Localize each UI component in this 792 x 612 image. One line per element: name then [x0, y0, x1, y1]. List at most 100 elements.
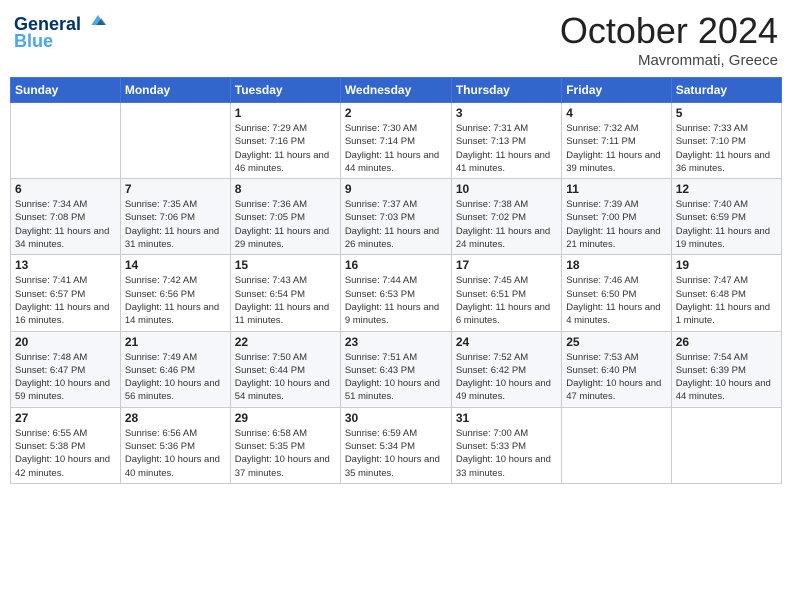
day-number: 20: [15, 335, 116, 349]
day-number: 5: [676, 106, 777, 120]
day-info: Sunrise: 7:39 AM Sunset: 7:00 PM Dayligh…: [566, 198, 666, 251]
calendar-week-row: 20 Sunrise: 7:48 AM Sunset: 6:47 PM Dayli…: [11, 331, 782, 407]
calendar-cell: 6 Sunrise: 7:34 AM Sunset: 7:08 PM Daylig…: [11, 179, 121, 255]
day-number: 9: [345, 182, 447, 196]
weekday-header: Friday: [562, 78, 671, 103]
day-info: Sunrise: 7:52 AM Sunset: 6:42 PM Dayligh…: [456, 351, 557, 404]
calendar-cell: 12 Sunrise: 7:40 AM Sunset: 6:59 PM Dayli…: [671, 179, 781, 255]
day-info: Sunrise: 7:29 AM Sunset: 7:16 PM Dayligh…: [235, 122, 336, 175]
calendar-cell: 9 Sunrise: 7:37 AM Sunset: 7:03 PM Daylig…: [340, 179, 451, 255]
day-info: Sunrise: 7:00 AM Sunset: 5:33 PM Dayligh…: [456, 427, 557, 480]
day-number: 1: [235, 106, 336, 120]
calendar-cell: 30 Sunrise: 6:59 AM Sunset: 5:34 PM Dayli…: [340, 407, 451, 483]
day-number: 6: [15, 182, 116, 196]
calendar-week-row: 1 Sunrise: 7:29 AM Sunset: 7:16 PM Daylig…: [11, 103, 782, 179]
calendar-cell: 16 Sunrise: 7:44 AM Sunset: 6:53 PM Dayli…: [340, 255, 451, 331]
calendar-cell: [120, 103, 230, 179]
calendar-cell: 28Sunrise: 6:56 AM Sunset: 5:36 PM Dayli…: [120, 407, 230, 483]
month-title: October 2024: [560, 10, 778, 52]
day-number: 17: [456, 258, 557, 272]
day-number: 28: [125, 411, 226, 425]
calendar-cell: 10 Sunrise: 7:38 AM Sunset: 7:02 PM Dayli…: [451, 179, 561, 255]
day-number: 26: [676, 335, 777, 349]
calendar-week-row: 27Sunrise: 6:55 AM Sunset: 5:38 PM Dayli…: [11, 407, 782, 483]
day-info: Sunrise: 6:55 AM Sunset: 5:38 PM Dayligh…: [15, 427, 116, 480]
day-number: 11: [566, 182, 666, 196]
day-number: 10: [456, 182, 557, 196]
calendar-cell: 13Sunrise: 7:41 AM Sunset: 6:57 PM Dayli…: [11, 255, 121, 331]
calendar-cell: 26 Sunrise: 7:54 AM Sunset: 6:39 PM Dayli…: [671, 331, 781, 407]
day-number: 16: [345, 258, 447, 272]
calendar-cell: 27Sunrise: 6:55 AM Sunset: 5:38 PM Dayli…: [11, 407, 121, 483]
day-info: Sunrise: 7:36 AM Sunset: 7:05 PM Dayligh…: [235, 198, 336, 251]
day-number: 19: [676, 258, 777, 272]
day-info: Sunrise: 7:53 AM Sunset: 6:40 PM Dayligh…: [566, 351, 666, 404]
day-number: 4: [566, 106, 666, 120]
calendar-cell: 15 Sunrise: 7:43 AM Sunset: 6:54 PM Dayli…: [230, 255, 340, 331]
day-info: Sunrise: 7:46 AM Sunset: 6:50 PM Dayligh…: [566, 274, 666, 327]
day-number: 23: [345, 335, 447, 349]
day-info: Sunrise: 7:44 AM Sunset: 6:53 PM Dayligh…: [345, 274, 447, 327]
calendar-cell: 7Sunrise: 7:35 AM Sunset: 7:06 PM Daylig…: [120, 179, 230, 255]
day-info: Sunrise: 7:47 AM Sunset: 6:48 PM Dayligh…: [676, 274, 777, 327]
day-info: Sunrise: 7:40 AM Sunset: 6:59 PM Dayligh…: [676, 198, 777, 251]
day-number: 12: [676, 182, 777, 196]
calendar-cell: 20 Sunrise: 7:48 AM Sunset: 6:47 PM Dayli…: [11, 331, 121, 407]
calendar-cell: [562, 407, 671, 483]
calendar-cell: 29Sunrise: 6:58 AM Sunset: 5:35 PM Dayli…: [230, 407, 340, 483]
weekday-header: Wednesday: [340, 78, 451, 103]
day-number: 3: [456, 106, 557, 120]
day-info: Sunrise: 7:37 AM Sunset: 7:03 PM Dayligh…: [345, 198, 447, 251]
day-info: Sunrise: 7:48 AM Sunset: 6:47 PM Dayligh…: [15, 351, 116, 404]
weekday-header: Tuesday: [230, 78, 340, 103]
weekday-header: Thursday: [451, 78, 561, 103]
day-info: Sunrise: 7:33 AM Sunset: 7:10 PM Dayligh…: [676, 122, 777, 175]
calendar-cell: 24 Sunrise: 7:52 AM Sunset: 6:42 PM Dayli…: [451, 331, 561, 407]
day-number: 18: [566, 258, 666, 272]
logo-icon: [88, 10, 108, 30]
calendar-cell: 14 Sunrise: 7:42 AM Sunset: 6:56 PM Dayli…: [120, 255, 230, 331]
day-number: 22: [235, 335, 336, 349]
day-info: Sunrise: 6:59 AM Sunset: 5:34 PM Dayligh…: [345, 427, 447, 480]
weekday-header: Sunday: [11, 78, 121, 103]
day-info: Sunrise: 7:31 AM Sunset: 7:13 PM Dayligh…: [456, 122, 557, 175]
day-number: 15: [235, 258, 336, 272]
location: Mavrommati, Greece: [560, 52, 778, 69]
day-number: 21: [125, 335, 226, 349]
calendar-cell: 31 Sunrise: 7:00 AM Sunset: 5:33 PM Dayli…: [451, 407, 561, 483]
day-info: Sunrise: 6:58 AM Sunset: 5:35 PM Dayligh…: [235, 427, 336, 480]
day-info: Sunrise: 7:49 AM Sunset: 6:46 PM Dayligh…: [125, 351, 226, 404]
calendar-cell: 18 Sunrise: 7:46 AM Sunset: 6:50 PM Dayli…: [562, 255, 671, 331]
day-info: Sunrise: 7:45 AM Sunset: 6:51 PM Dayligh…: [456, 274, 557, 327]
logo: General Blue: [14, 10, 108, 52]
day-number: 14: [125, 258, 226, 272]
day-number: 24: [456, 335, 557, 349]
day-info: Sunrise: 7:38 AM Sunset: 7:02 PM Dayligh…: [456, 198, 557, 251]
calendar-cell: 3 Sunrise: 7:31 AM Sunset: 7:13 PM Daylig…: [451, 103, 561, 179]
day-number: 13: [15, 258, 116, 272]
day-info: Sunrise: 7:51 AM Sunset: 6:43 PM Dayligh…: [345, 351, 447, 404]
calendar-cell: [11, 103, 121, 179]
day-number: 30: [345, 411, 447, 425]
calendar-cell: 25 Sunrise: 7:53 AM Sunset: 6:40 PM Dayli…: [562, 331, 671, 407]
day-number: 25: [566, 335, 666, 349]
calendar-week-row: 13Sunrise: 7:41 AM Sunset: 6:57 PM Dayli…: [11, 255, 782, 331]
calendar-cell: 11 Sunrise: 7:39 AM Sunset: 7:00 PM Dayli…: [562, 179, 671, 255]
day-info: Sunrise: 7:42 AM Sunset: 6:56 PM Dayligh…: [125, 274, 226, 327]
calendar-cell: 17 Sunrise: 7:45 AM Sunset: 6:51 PM Dayli…: [451, 255, 561, 331]
calendar-cell: 4Sunrise: 7:32 AM Sunset: 7:11 PM Daylig…: [562, 103, 671, 179]
calendar-cell: 2Sunrise: 7:30 AM Sunset: 7:14 PM Daylig…: [340, 103, 451, 179]
calendar-cell: 1 Sunrise: 7:29 AM Sunset: 7:16 PM Daylig…: [230, 103, 340, 179]
weekday-header: Monday: [120, 78, 230, 103]
calendar-cell: 19 Sunrise: 7:47 AM Sunset: 6:48 PM Dayli…: [671, 255, 781, 331]
day-number: 31: [456, 411, 557, 425]
calendar-cell: 22Sunrise: 7:50 AM Sunset: 6:44 PM Dayli…: [230, 331, 340, 407]
calendar-header-row: SundayMondayTuesdayWednesdayThursdayFrid…: [11, 78, 782, 103]
page-header: General Blue October 2024 Mavrommati, Gr…: [10, 10, 782, 69]
day-info: Sunrise: 7:34 AM Sunset: 7:08 PM Dayligh…: [15, 198, 116, 251]
calendar-cell: 8Sunrise: 7:36 AM Sunset: 7:05 PM Daylig…: [230, 179, 340, 255]
day-info: Sunrise: 7:54 AM Sunset: 6:39 PM Dayligh…: [676, 351, 777, 404]
calendar-table: SundayMondayTuesdayWednesdayThursdayFrid…: [10, 77, 782, 484]
day-info: Sunrise: 7:35 AM Sunset: 7:06 PM Dayligh…: [125, 198, 226, 251]
day-info: Sunrise: 7:43 AM Sunset: 6:54 PM Dayligh…: [235, 274, 336, 327]
